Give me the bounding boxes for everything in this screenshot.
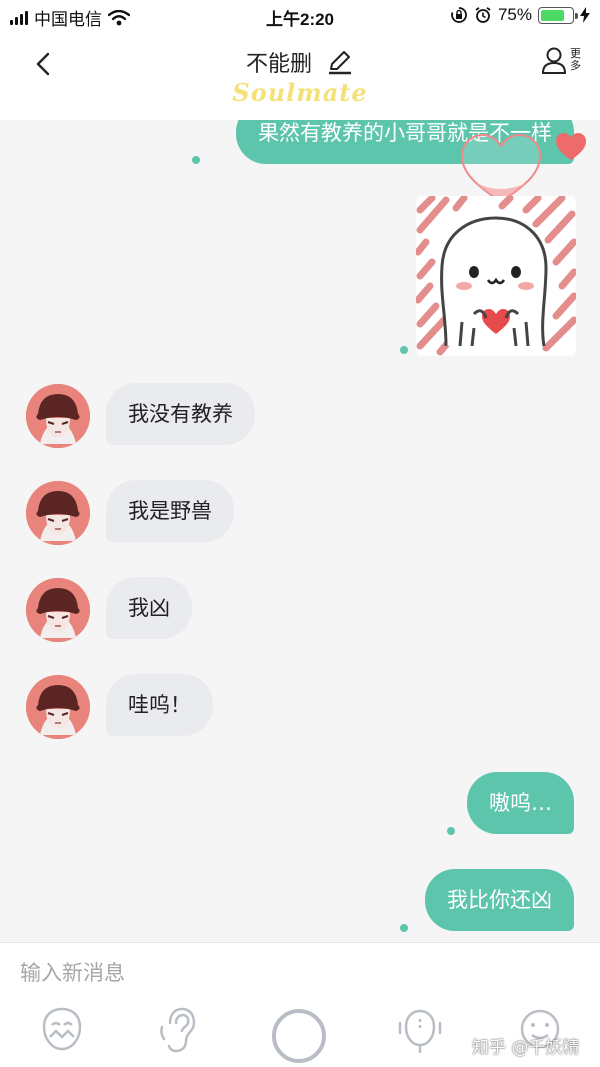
status-right: 75% (450, 5, 590, 25)
incoming-message[interactable]: 我没有教养 (106, 383, 255, 445)
microphone-face-icon[interactable] (396, 1003, 444, 1055)
ear-icon[interactable] (156, 1003, 204, 1055)
status-bar: 中国电信 上午2:20 75% (0, 0, 600, 32)
soulmate-logo: Soulmate (232, 78, 368, 107)
avatar-image (26, 481, 90, 545)
incoming-message[interactable]: 哇呜！ (106, 674, 213, 736)
ghost-sticker-icon (416, 196, 576, 356)
avatar[interactable] (26, 481, 90, 545)
chat-area[interactable]: 果然有教养的小哥哥就是不一样 我没有教养 我是野兽 我凶 哇呜！ 嗷呜… 我比你… (0, 120, 600, 942)
person-icon (542, 47, 567, 74)
avatar[interactable] (26, 384, 90, 448)
outgoing-message[interactable]: 我比你还凶 (425, 869, 574, 931)
avatar[interactable] (26, 675, 90, 739)
avatar-image (26, 384, 90, 448)
message-text: 我凶 (128, 596, 170, 620)
avatar[interactable] (26, 578, 90, 642)
more-label: 更多 (570, 47, 581, 72)
alarm-icon (475, 7, 491, 23)
charging-bolt-icon (580, 7, 590, 23)
face-mask-icon[interactable] (38, 1003, 86, 1055)
chat-header: 不能删 Soulmate 更多 (0, 32, 600, 120)
orientation-lock-icon (451, 7, 467, 23)
sticker-image[interactable] (416, 196, 576, 356)
watermark-text: 知乎 @千妖精 (472, 1038, 580, 1058)
battery-icon (538, 6, 578, 24)
chat-title: 不能删 (245, 52, 312, 77)
battery-fill (541, 9, 564, 21)
message-input[interactable] (20, 955, 580, 991)
outgoing-message[interactable]: 嗷呜… (467, 772, 574, 834)
read-dot (400, 346, 408, 354)
message-text: 我比你还凶 (447, 888, 552, 912)
message-text: 我没有教养 (128, 402, 233, 426)
read-dot (400, 924, 408, 932)
message-text: 嗷呜… (489, 791, 552, 815)
read-dot (447, 827, 455, 835)
incoming-message[interactable]: 我凶 (106, 577, 192, 639)
message-text: 我是野兽 (128, 499, 212, 523)
read-dot (192, 156, 200, 164)
pencil-icon[interactable] (326, 48, 354, 76)
battery-percent: 75% (497, 5, 532, 24)
avatar-image (26, 578, 90, 642)
more-button[interactable]: 更多 (542, 46, 582, 74)
chat-title-row: 不能删 (0, 46, 600, 78)
avatar-image (26, 675, 90, 739)
input-bar: 知乎 @千妖精 (0, 942, 600, 1067)
record-circle-icon[interactable] (272, 1009, 326, 1063)
heart-icon[interactable] (555, 132, 587, 162)
message-text: 哇呜！ (128, 693, 191, 717)
incoming-message[interactable]: 我是野兽 (106, 480, 234, 542)
